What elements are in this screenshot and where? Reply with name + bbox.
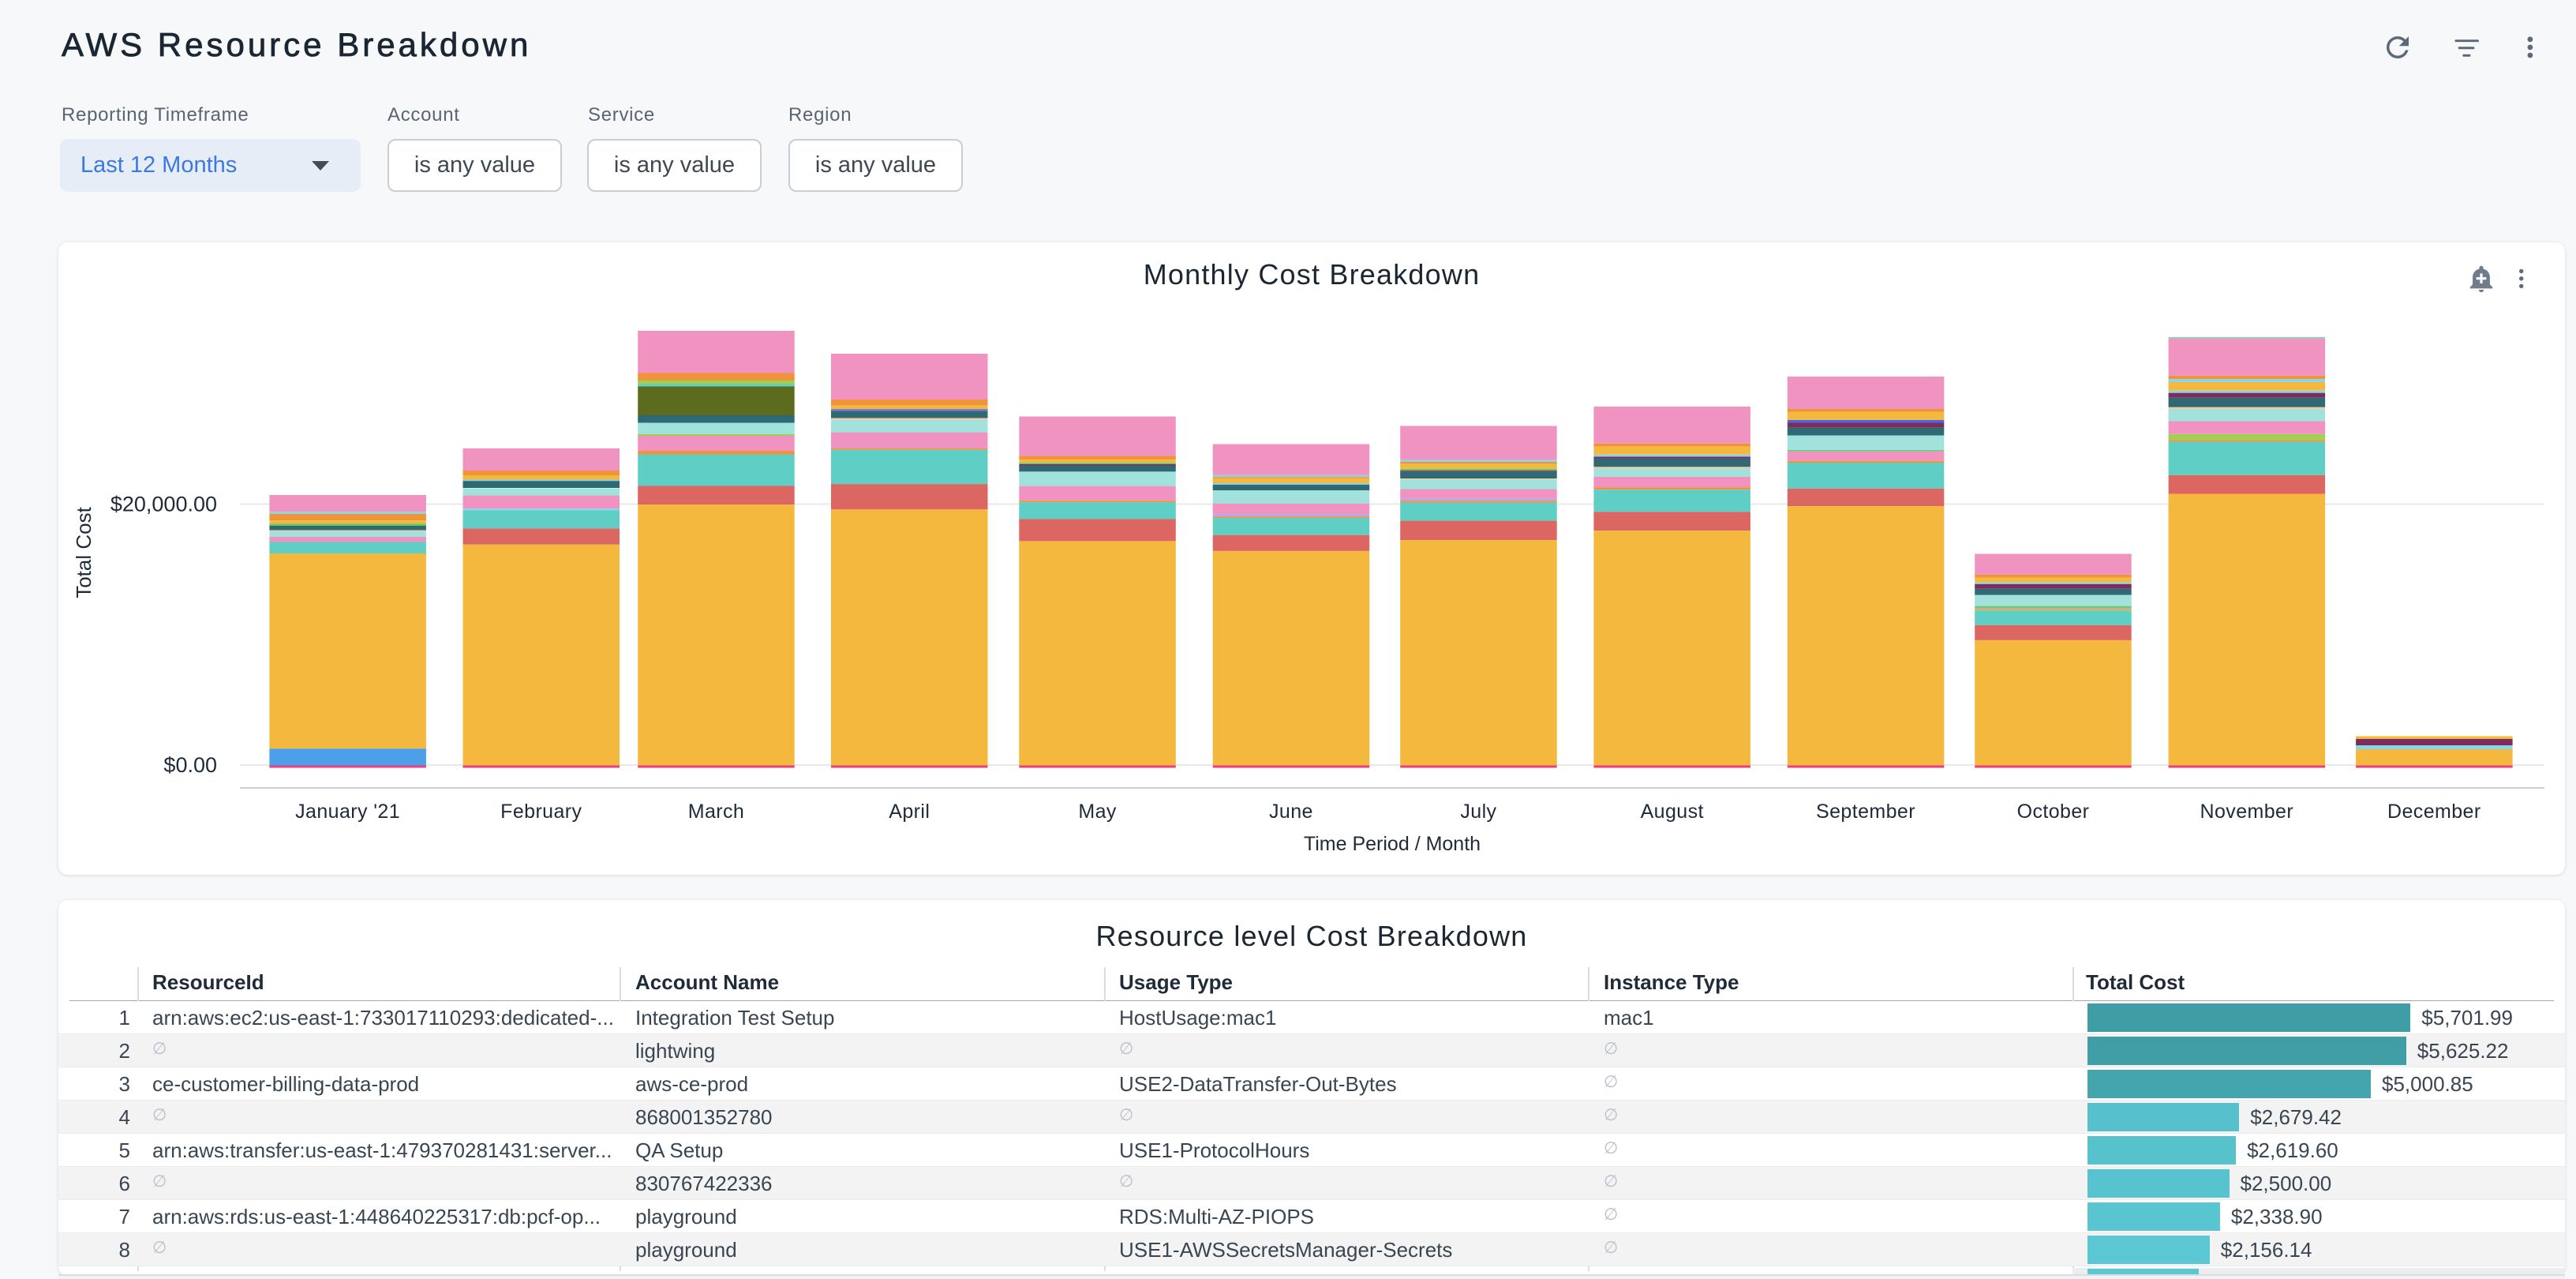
svg-text:$0.00: $0.00 bbox=[163, 753, 217, 777]
svg-text:December: December bbox=[2387, 801, 2481, 823]
svg-text:September: September bbox=[1816, 801, 1915, 823]
svg-text:April: April bbox=[889, 801, 930, 823]
svg-text:March: March bbox=[688, 801, 744, 823]
svg-text:$20,000.00: $20,000.00 bbox=[110, 493, 217, 516]
svg-text:Total Cost: Total Cost bbox=[72, 506, 95, 598]
svg-text:July: July bbox=[1460, 801, 1496, 823]
svg-text:January '21: January '21 bbox=[295, 801, 400, 823]
svg-text:May: May bbox=[1078, 801, 1117, 823]
svg-text:June: June bbox=[1269, 801, 1313, 823]
svg-text:February: February bbox=[500, 801, 582, 823]
svg-text:November: November bbox=[2200, 801, 2294, 823]
svg-text:August: August bbox=[1641, 801, 1704, 823]
svg-text:October: October bbox=[2017, 801, 2090, 823]
svg-text:Time Period / Month: Time Period / Month bbox=[1304, 833, 1481, 855]
